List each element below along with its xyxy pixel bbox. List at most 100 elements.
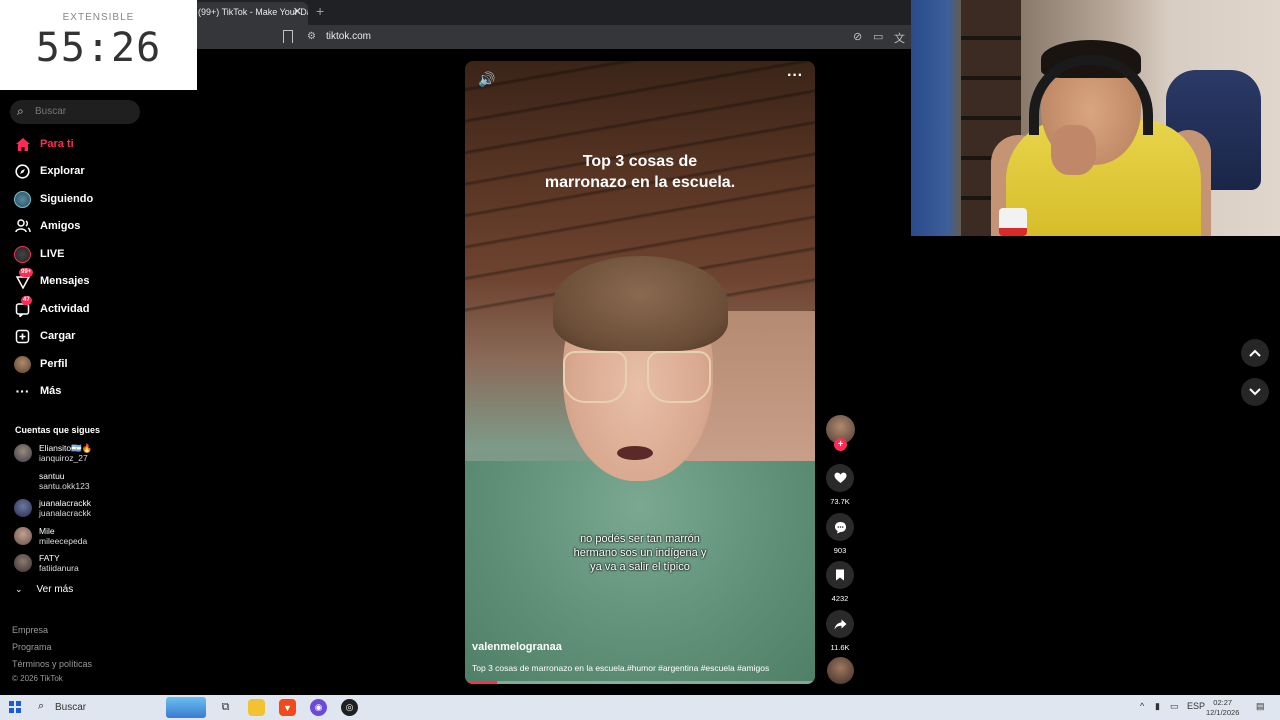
- more-options-icon[interactable]: ···: [787, 67, 803, 85]
- obs-icon[interactable]: ◎: [341, 699, 358, 716]
- save-action[interactable]: 4232: [826, 561, 854, 603]
- avatar: [14, 444, 32, 462]
- nav-item-explorar[interactable]: Explorar: [13, 159, 85, 183]
- timer-label: EXTENSIBLE: [62, 12, 135, 23]
- nav-label: Explorar: [40, 165, 85, 177]
- nav-item-actividad[interactable]: 47 Actividad: [13, 295, 90, 321]
- webcam-overlay: [911, 0, 1280, 236]
- account-handle: fatiidanura: [39, 563, 79, 573]
- nav-label: Mensajes: [40, 275, 90, 287]
- footer-link-terminos[interactable]: Términos y políticas: [12, 659, 92, 669]
- windows-start-icon[interactable]: [9, 701, 21, 713]
- footer-link-empresa[interactable]: Empresa: [12, 625, 48, 635]
- comment-icon[interactable]: [826, 513, 854, 541]
- tab-title: (99+) TikTok - Make Your Day: [198, 7, 308, 17]
- screen: (99+) TikTok - Make Your Day ✕ + ⚙ tikto…: [0, 0, 1280, 720]
- file-explorer-icon[interactable]: [248, 699, 265, 716]
- picture-in-picture-icon[interactable]: ▭: [873, 30, 883, 43]
- site-info-icon[interactable]: ⚙: [307, 31, 316, 42]
- nav-item-cargar[interactable]: Cargar: [13, 324, 75, 348]
- browser-tab[interactable]: (99+) TikTok - Make Your Day ✕: [190, 2, 308, 25]
- video-player[interactable]: 🔊 ··· Top 3 cosas de marronazo en la esc…: [465, 61, 815, 684]
- widgets-icon[interactable]: [166, 697, 206, 718]
- nav-item-siguiendo[interactable]: Siguiendo: [13, 187, 93, 211]
- account-handle: ianquiroz_27: [39, 453, 88, 463]
- followed-account[interactable]: Eliansito🇦🇷🔥 ianquiroz_27: [14, 440, 92, 466]
- nav-label: Actividad: [40, 303, 90, 315]
- video-caption: no podés ser tan marrón hermano sos un i…: [465, 532, 815, 574]
- heart-icon[interactable]: [826, 464, 854, 492]
- nav-item-mas[interactable]: ··· Más: [13, 379, 62, 403]
- previous-video-button[interactable]: [1241, 339, 1269, 367]
- messages-badge: 99+: [19, 267, 34, 277]
- nav-item-mensajes[interactable]: 99+ Mensajes: [13, 267, 90, 293]
- home-icon: [13, 135, 32, 154]
- new-tab-button[interactable]: +: [316, 3, 324, 19]
- footer-link-programa[interactable]: Programa: [12, 642, 52, 652]
- overlay-title-line: Top 3 cosas de: [582, 153, 698, 170]
- see-more-label: Ver más: [36, 584, 74, 595]
- search-icon: ⌕: [17, 104, 24, 118]
- nav-label: Perfil: [40, 358, 68, 370]
- notifications-icon[interactable]: ▤: [1256, 701, 1265, 712]
- follow-plus-icon[interactable]: +: [834, 438, 847, 451]
- translate-icon[interactable]: 文: [894, 30, 905, 46]
- share-count: 11.6K: [830, 643, 850, 652]
- video-progress-bar[interactable]: [465, 681, 815, 684]
- comment-action[interactable]: 903: [826, 513, 854, 555]
- overlay-title-line: marronazo en la escuela.: [544, 174, 736, 191]
- chevron-up-icon: [1249, 346, 1261, 360]
- tray-chevron-up-icon[interactable]: ^: [1140, 701, 1144, 711]
- followed-account[interactable]: FATY fatiidanura: [14, 550, 79, 576]
- account-name: santuu: [39, 471, 65, 481]
- followed-account[interactable]: juanalacrackk juanalacrackk: [14, 495, 91, 521]
- task-view-icon[interactable]: ⧉: [217, 699, 234, 716]
- messages-icon: 99+: [13, 267, 34, 291]
- bookmark-icon[interactable]: [826, 561, 854, 589]
- clock-time: 02:27: [1213, 698, 1233, 707]
- friends-icon: [13, 217, 32, 236]
- volume-icon[interactable]: 🔊: [478, 71, 495, 88]
- followed-account[interactable]: Mile mileecepeda: [14, 523, 87, 549]
- video-frame-mouth: [617, 446, 653, 460]
- url-field[interactable]: tiktok.com: [326, 31, 371, 42]
- nav-label: Cargar: [40, 330, 76, 342]
- account-name: Mile: [39, 526, 55, 536]
- nav-label: Más: [40, 385, 62, 397]
- usb-icon[interactable]: ▮: [1155, 701, 1160, 712]
- media-icon[interactable]: ⊘: [853, 30, 862, 43]
- stream-timer: EXTENSIBLE 55:26: [0, 0, 197, 90]
- video-overlay-title: Top 3 cosas de marronazo en la escuela.: [465, 151, 815, 193]
- music-disc-avatar[interactable]: [827, 657, 854, 684]
- close-tab-icon[interactable]: ✕: [293, 2, 302, 23]
- language-indicator[interactable]: ESP: [1187, 701, 1205, 711]
- chevron-down-icon: ⌄: [15, 584, 23, 594]
- caption-line: ya va a salir el típico: [590, 561, 690, 573]
- windows-taskbar: ⌕ Buscar ⧉ ▼ ◉ ◎ ^ ▮ ▭ ESP 02:27 12/1/20…: [0, 695, 1280, 720]
- nav-label: Para ti: [40, 138, 74, 150]
- share-icon[interactable]: [826, 610, 854, 638]
- nav-item-para-ti[interactable]: Para ti: [13, 132, 74, 156]
- like-action[interactable]: 73.7K: [826, 464, 854, 506]
- display-icon[interactable]: ▭: [1170, 701, 1179, 712]
- nav-item-amigos[interactable]: Amigos: [13, 214, 80, 238]
- search-input[interactable]: ⌕ Buscar: [10, 100, 140, 124]
- account-handle: santu.okk123: [39, 481, 90, 491]
- search-icon[interactable]: ⌕: [38, 700, 44, 713]
- share-action[interactable]: 11.6K: [826, 610, 854, 652]
- account-name: Eliansito🇦🇷🔥: [39, 443, 93, 453]
- next-video-button[interactable]: [1241, 378, 1269, 406]
- webcam-cup: [999, 208, 1027, 236]
- caption-line: hermano sos un indígena y: [573, 547, 707, 559]
- video-author[interactable]: valenmelogranaa: [472, 641, 562, 653]
- bookmark-icon[interactable]: [283, 30, 293, 43]
- taskbar-clock[interactable]: 02:27 12/1/2026: [1206, 698, 1239, 718]
- nav-item-perfil[interactable]: Perfil: [13, 352, 68, 376]
- brave-browser-icon[interactable]: ▼: [279, 699, 296, 716]
- timer-value: 55:26: [35, 25, 162, 71]
- discord-icon[interactable]: ◉: [310, 699, 327, 716]
- nav-item-live[interactable]: LIVE: [13, 242, 64, 266]
- followed-account[interactable]: santuu santu.okk123: [14, 468, 90, 494]
- taskbar-search[interactable]: Buscar: [55, 702, 86, 713]
- see-more-button[interactable]: ⌄ Ver más: [15, 584, 73, 595]
